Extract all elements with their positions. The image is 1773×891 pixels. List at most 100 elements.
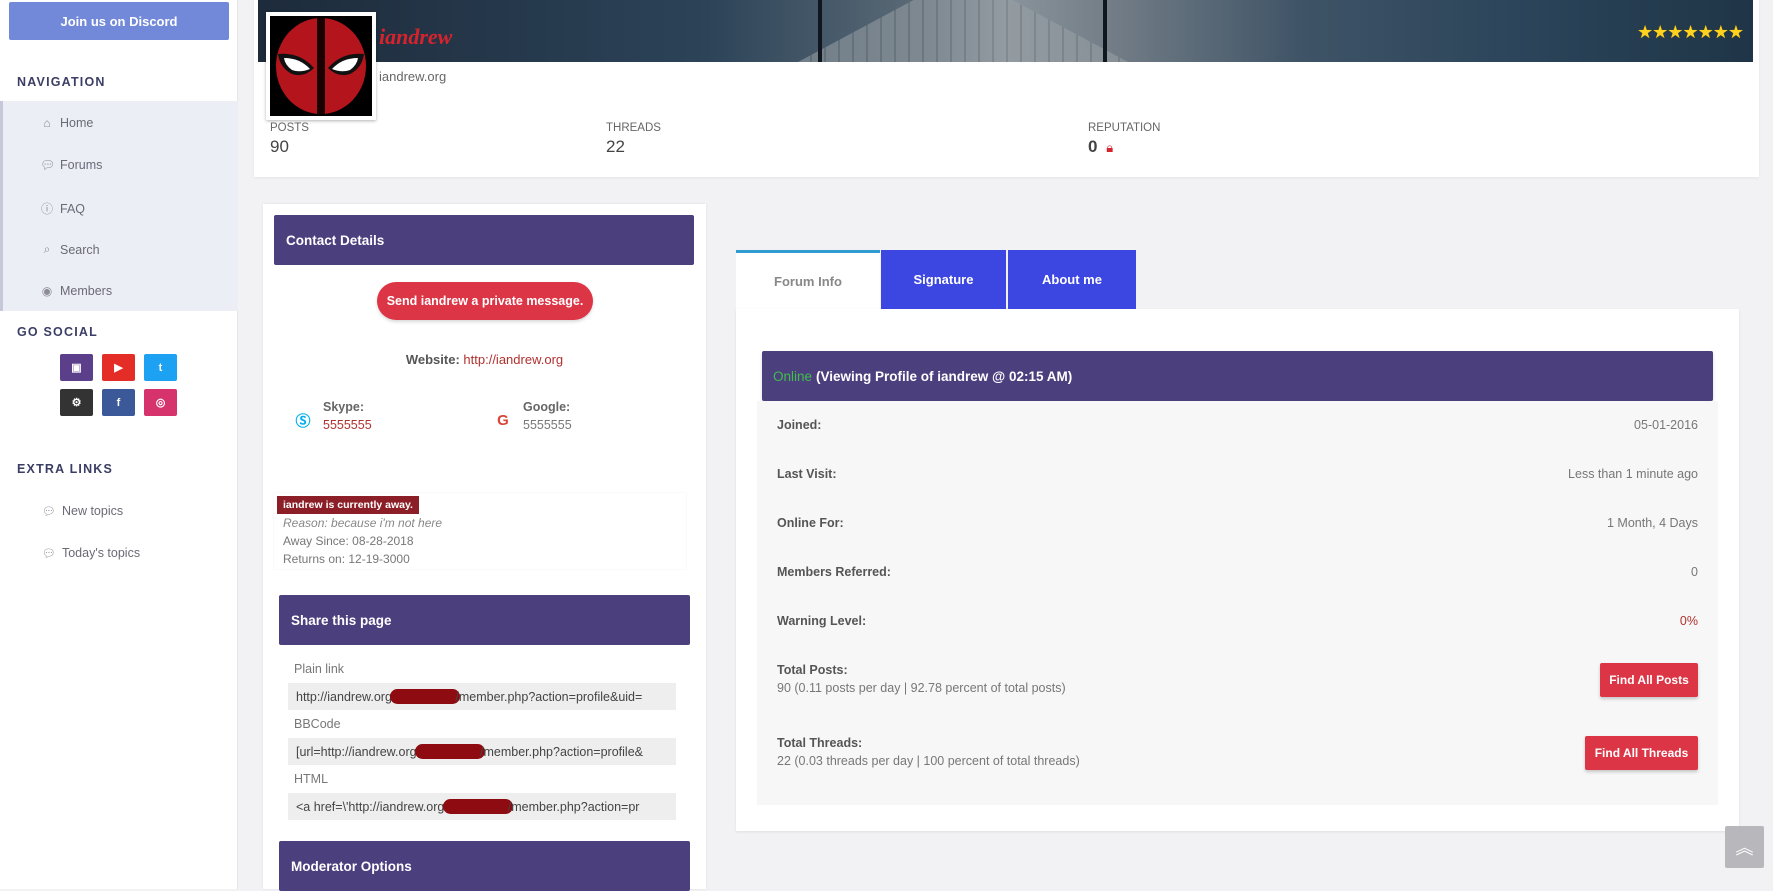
away-returns: Returns on: 12-19-3000 [283, 552, 410, 566]
plain-link-field[interactable]: http://iandrew.org/ /member.php?action=pr… [288, 683, 676, 710]
joined-label: Joined: [777, 418, 822, 432]
warning-level-value[interactable]: 0% [1680, 614, 1698, 628]
html-field[interactable]: <a href=\'http://iandrew.org/ /member.php… [288, 793, 676, 820]
sidebar: Join us on Discord NAVIGATION ⌂ Home 💬︎ … [0, 0, 238, 889]
twitter-icon[interactable]: t [144, 354, 177, 381]
plain-link-label: Plain link [294, 662, 345, 676]
google-value: 5555555 [523, 418, 572, 432]
members-referred-label: Members Referred: [777, 565, 891, 579]
extra-link-new-topics[interactable]: 💬︎ New topics [42, 504, 123, 518]
bbcode-prefix: [url=http://iandrew.org/ [296, 745, 421, 759]
double-chevron-up-icon: ︽ [1735, 838, 1754, 858]
skype-value[interactable]: 5555555 [323, 418, 372, 432]
online-for-label: Online For: [777, 516, 844, 530]
steam-icon[interactable]: ⚙ [60, 389, 93, 416]
stat-threads: THREADS 22 [606, 122, 661, 157]
share-page-heading: Share this page [279, 595, 690, 645]
send-private-message-button[interactable]: Send iandrew a private message. [377, 282, 593, 320]
plain-link-prefix: http://iandrew.org/ [296, 690, 396, 704]
online-for-value: 1 Month, 4 Days [1606, 516, 1698, 530]
nav-item-members[interactable]: ◉ Members [40, 284, 112, 298]
bbcode-field[interactable]: [url=http://iandrew.org/ /member.php?acti… [288, 738, 676, 765]
rating-stars: ★★★★★★★ [1637, 22, 1744, 42]
online-status: Online [773, 368, 813, 384]
question-icon: ⓘ [40, 202, 53, 216]
instagram-icon[interactable]: ◎ [144, 389, 177, 416]
extra-link-label: Today's topics [61, 546, 141, 560]
youtube-icon[interactable]: ▶ [102, 354, 135, 381]
extra-link-todays-topics[interactable]: 💬︎ Today's topics [42, 546, 140, 560]
stat-value: 22 [606, 137, 625, 156]
navigation-menu [0, 101, 238, 311]
tab-signature[interactable]: Signature [881, 250, 1006, 309]
tab-forum-info[interactable]: Forum Info [736, 250, 880, 309]
avatar [266, 12, 376, 120]
stat-reputation: REPUTATION 0 🔒︎ [1088, 122, 1160, 157]
redaction-mark [415, 744, 486, 759]
redaction-mark [390, 689, 461, 704]
html-suffix: /member.php?action=pr [507, 800, 640, 814]
find-all-threads-button[interactable]: Find All Threads [1585, 736, 1698, 770]
nav-item-home[interactable]: ⌂ Home [40, 116, 93, 130]
extra-links-heading: EXTRA LINKS [17, 462, 114, 476]
forum-info-table: Joined: 05-01-2016 Last Visit: Less than… [757, 401, 1718, 805]
bbcode-suffix: /member.php?action=profile& [480, 745, 643, 759]
reputation-value-row: 0 🔒︎ [1088, 137, 1160, 157]
google-icon: G [497, 411, 509, 429]
scroll-to-top-button[interactable]: ︽ [1725, 826, 1764, 868]
stat-posts: POSTS 90 [270, 122, 309, 157]
away-reason: Reason: because i'm not here [283, 516, 443, 530]
google-label: Google: [523, 400, 571, 414]
website-link[interactable]: http://iandrew.org [463, 352, 563, 367]
contact-details-heading: Contact Details [274, 215, 694, 265]
lock-icon[interactable]: 🔒︎ [1106, 140, 1113, 155]
skype-label: Skype: [323, 400, 364, 414]
nav-item-search[interactable]: ⌕ Search [40, 242, 100, 257]
redaction-mark [442, 799, 513, 814]
away-badge: iandrew is currently away. [277, 496, 419, 514]
total-posts-value: 90 (0.11 posts per day | 92.78 percent o… [777, 681, 1066, 695]
stat-label: THREADS [606, 122, 661, 134]
go-social-heading: GO SOCIAL [17, 325, 98, 339]
profile-username: iandrew [379, 24, 453, 49]
total-posts-label: Total Posts: [777, 663, 848, 677]
find-all-posts-button[interactable]: Find All Posts [1600, 663, 1698, 697]
nav-item-forums[interactable]: 💬︎ Forums [40, 158, 102, 172]
tab-about-me[interactable]: About me [1008, 250, 1136, 309]
social-links: ▣ ▶ t ⚙ f ◎ [60, 354, 178, 416]
skype-contact: Ⓢ Skype: 5555555 [293, 400, 372, 432]
html-prefix: <a href=\'http://iandrew.org/ [296, 800, 448, 814]
profile-banner: ★★★★★★★ [258, 0, 1753, 62]
search-icon: ⌕ [43, 242, 51, 256]
last-visit-value: Less than 1 minute ago [1568, 467, 1698, 481]
bbcode-label: BBCode [294, 717, 341, 731]
away-since: Away Since: 08-28-2018 [283, 534, 414, 548]
joined-value: 05-01-2016 [1634, 418, 1698, 432]
last-visit-label: Last Visit: [777, 467, 837, 481]
online-status-text: (Viewing Profile of iandrew @ 02:15 AM) [816, 368, 1073, 384]
nav-item-faq[interactable]: ⓘ FAQ [40, 200, 85, 217]
join-discord-button[interactable]: Join us on Discord [9, 2, 229, 40]
warning-level-label: Warning Level: [777, 614, 867, 628]
stat-value: 90 [270, 137, 289, 156]
plain-link-suffix: /member.php?action=profile&uid= [455, 690, 643, 704]
stat-label: POSTS [270, 122, 309, 134]
nav-item-label: Forums [60, 158, 103, 172]
nav-item-label: Search [60, 242, 100, 257]
profile-user-title: iandrew.org [379, 69, 447, 84]
website-label: Website: [405, 352, 460, 367]
html-label: HTML [294, 772, 329, 786]
twitch-icon[interactable]: ▣ [60, 354, 93, 381]
stat-value: 0 [1088, 137, 1098, 156]
stat-label: REPUTATION [1088, 122, 1161, 134]
total-threads-label: Total Threads: [777, 736, 863, 750]
nav-item-label: Members [60, 284, 113, 298]
comment-icon: 💬︎ [40, 158, 56, 172]
user-icon: ◉ [41, 284, 53, 298]
contact-column: Contact Details Send iandrew a private m… [263, 204, 706, 891]
home-icon: ⌂ [43, 116, 51, 130]
navigation-heading: NAVIGATION [17, 75, 106, 89]
skype-icon: Ⓢ [295, 412, 311, 430]
facebook-icon[interactable]: f [102, 389, 135, 416]
away-notice: iandrew is currently away. Reason: becau… [274, 493, 686, 569]
